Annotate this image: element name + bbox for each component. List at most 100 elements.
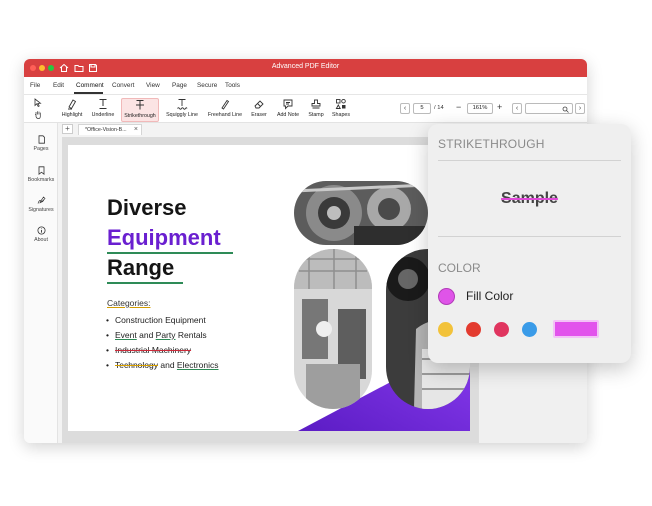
categories-label: Categories: <box>107 298 151 308</box>
pages-icon <box>38 135 45 144</box>
eraser-icon <box>254 100 264 109</box>
sidebar-item-label: Pages <box>33 146 49 152</box>
document-tab-title: *Office-Vision-B... <box>85 127 127 133</box>
list-item: Event and Party Rentals <box>106 330 207 340</box>
underline-icon <box>99 99 107 109</box>
freehand-tool-label: Freehand Line <box>207 112 243 118</box>
search-input[interactable] <box>525 103 573 114</box>
add-tab-button[interactable]: + <box>62 124 73 134</box>
menu-edit[interactable]: Edit <box>53 82 64 89</box>
info-icon <box>37 226 45 235</box>
highlighter-icon <box>68 99 77 110</box>
menu-file[interactable]: File <box>30 82 40 89</box>
factory-photo-left <box>294 249 372 409</box>
highlight-tool-label: Highlight <box>61 112 83 118</box>
slide-heading-line-3: Range <box>107 255 175 280</box>
shapes-icon <box>335 98 346 109</box>
bookmark-icon <box>38 166 44 175</box>
freehand-tool[interactable]: Freehand Line <box>206 98 244 122</box>
pdf-page[interactable]: Diverse Equipment Range Categories: Cons… <box>68 145 470 431</box>
note-icon <box>283 99 293 110</box>
menu-page[interactable]: Page <box>172 82 187 89</box>
list-item: Construction Equipment <box>106 315 206 325</box>
list-item-underlined: Party <box>155 330 176 340</box>
hand-tool-icon[interactable] <box>34 110 42 119</box>
popover-title: STRIKETHROUGH <box>438 137 545 151</box>
document-tab[interactable]: *Office-Vision-B... × <box>78 124 142 135</box>
strikethrough-tool-label: Strikethrough <box>124 113 156 119</box>
sidebar-item-label: About <box>34 237 48 243</box>
divider <box>438 160 621 161</box>
signature-icon <box>37 196 45 204</box>
selected-color-swatch[interactable] <box>553 320 599 338</box>
highlight-tool[interactable]: Highlight <box>57 98 87 122</box>
title-bar: Advanced PDF Editor <box>24 59 587 77</box>
fill-color-indicator[interactable] <box>438 288 455 305</box>
stamp-tool-label: Stamp <box>308 112 324 118</box>
sidebar-item-signatures[interactable]: Signatures <box>24 196 58 213</box>
window-title: Advanced PDF Editor <box>271 63 340 70</box>
comment-toolbar: Highlight Underline Strikethrough Squigg… <box>24 95 587 123</box>
zoom-out-button[interactable]: − <box>456 102 461 112</box>
left-sidebar: Pages Bookmarks Signatures About <box>24 123 58 443</box>
list-item-text: and <box>136 330 156 340</box>
document-canvas[interactable]: Diverse Equipment Range Categories: Cons… <box>62 137 478 443</box>
sidebar-item-label: Bookmarks <box>27 177 55 183</box>
underline-annotation[interactable] <box>107 252 233 254</box>
list-item-underlined: Event <box>115 330 137 340</box>
slide-heading-line-1: Diverse <box>107 195 187 220</box>
add-note-tool[interactable]: Add Note <box>274 98 302 122</box>
menu-view[interactable]: View <box>146 82 160 89</box>
page-number-input[interactable]: 5 <box>413 103 431 114</box>
strikethrough-icon <box>136 100 144 110</box>
search-next-button[interactable]: › <box>575 103 585 114</box>
eraser-tool[interactable]: Eraser <box>247 98 271 122</box>
list-item-struck: Industrial Machinery <box>106 345 191 355</box>
search-prev-button[interactable]: ‹ <box>512 103 522 114</box>
color-swatch-crimson[interactable] <box>494 322 509 337</box>
underline-tool[interactable]: Underline <box>88 98 118 122</box>
divider <box>438 236 621 237</box>
list-item-text: and <box>158 360 177 370</box>
prev-page-button[interactable]: ‹ <box>400 103 410 114</box>
sidebar-item-bookmarks[interactable]: Bookmarks <box>24 166 58 183</box>
pen-icon <box>221 99 230 110</box>
stamp-icon <box>311 99 321 109</box>
slide-heading-line-2: Equipment <box>107 225 221 250</box>
machinery-photo-top <box>294 181 428 245</box>
zoom-in-button[interactable]: + <box>497 102 502 112</box>
sidebar-item-label: Signatures <box>28 207 54 213</box>
color-section-title: COLOR <box>438 261 481 275</box>
list-item-text: Rentals <box>175 330 207 340</box>
underline-tool-label: Underline <box>91 112 115 118</box>
strikethrough-properties-popover: STRIKETHROUGH Sample COLOR Fill Color <box>428 124 631 363</box>
fill-color-label[interactable]: Fill Color <box>466 289 513 303</box>
color-swatch-blue[interactable] <box>522 322 537 337</box>
squiggly-tool-label: Squiggly Line <box>166 112 198 118</box>
squiggly-icon <box>177 99 188 110</box>
menu-secure[interactable]: Secure <box>197 82 217 89</box>
menu-bar: File Edit Comment Convert View Page Secu… <box>24 77 587 95</box>
stamp-tool[interactable]: Stamp <box>305 98 327 122</box>
shapes-tool-label: Shapes <box>332 112 350 118</box>
color-swatch-red[interactable] <box>466 322 481 337</box>
list-item: Technology and Electronics <box>106 360 219 370</box>
color-swatch-yellow[interactable] <box>438 322 453 337</box>
squiggly-tool[interactable]: Squiggly Line <box>164 98 200 122</box>
list-item-underlined: Electronics <box>176 360 219 370</box>
sidebar-item-about[interactable]: About <box>24 226 58 243</box>
close-tab-button[interactable]: × <box>134 125 138 135</box>
list-item-struck: Technology <box>115 360 159 370</box>
menu-tools[interactable]: Tools <box>225 82 240 89</box>
menu-comment[interactable]: Comment <box>76 82 104 89</box>
active-menu-indicator <box>74 92 103 94</box>
stage: Advanced PDF Editor File Edit Comment Co… <box>0 0 652 506</box>
menu-convert[interactable]: Convert <box>112 82 134 89</box>
underline-annotation[interactable] <box>107 282 183 284</box>
sidebar-item-pages[interactable]: Pages <box>24 135 58 152</box>
search-icon <box>562 106 569 113</box>
select-cursor-icon[interactable] <box>34 98 42 107</box>
zoom-input[interactable]: 161% <box>467 103 493 114</box>
strikethrough-tool[interactable]: Strikethrough <box>121 98 159 122</box>
shapes-tool[interactable]: Shapes <box>329 98 353 122</box>
